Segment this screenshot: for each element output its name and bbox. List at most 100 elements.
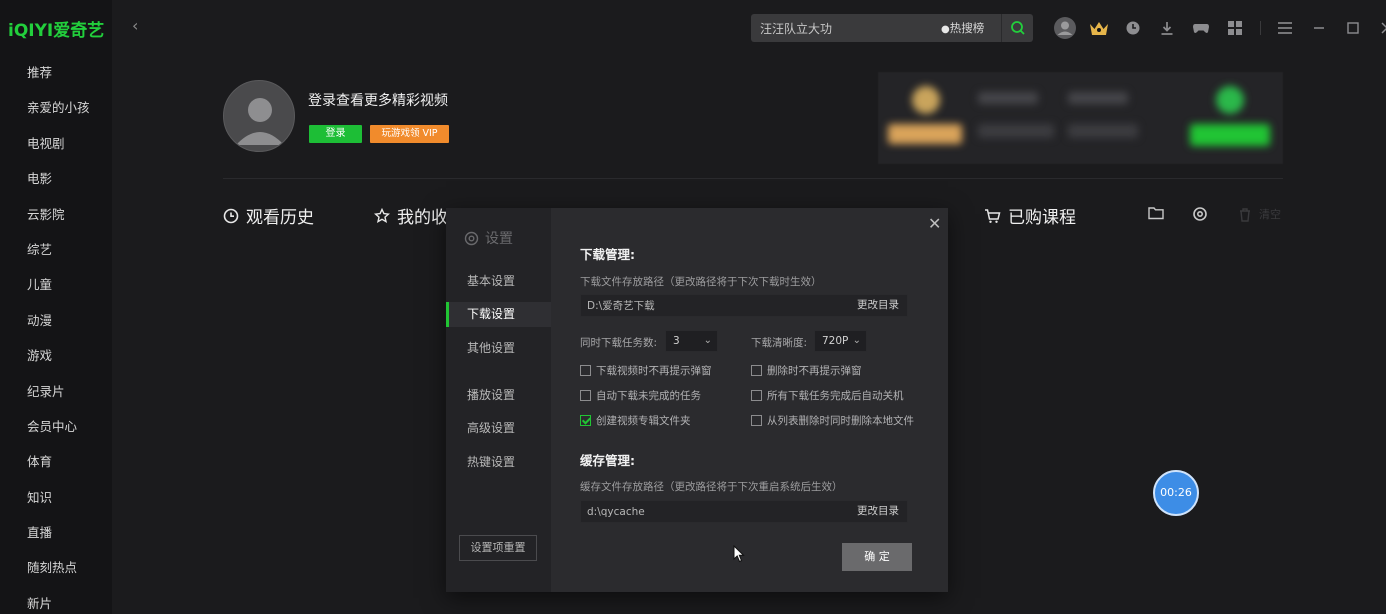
- settings-dialog: 设置 基本设置 下载设置 其他设置 播放设置 高级设置 热键设置 设置项重置 ✕…: [446, 208, 948, 592]
- confirm-button[interactable]: 确 定: [842, 543, 912, 571]
- option-label: 从列表删除时同时删除本地文件: [767, 415, 914, 427]
- purchased-courses-label: 已购课程: [1008, 208, 1076, 228]
- cache-management-heading: 缓存管理:: [580, 453, 635, 468]
- my-favorites-heading[interactable]: 我的收: [374, 203, 448, 228]
- sidebar-item-recommend[interactable]: 推荐: [0, 55, 112, 90]
- sidebar-item-anime[interactable]: 动漫: [0, 303, 112, 338]
- checkbox[interactable]: [751, 415, 762, 426]
- settings-nav-basic[interactable]: 基本设置: [446, 269, 551, 294]
- sidebar-item-new-releases[interactable]: 新片: [0, 586, 112, 614]
- trash-icon: [1240, 207, 1250, 222]
- checkbox[interactable]: [751, 390, 762, 401]
- search-input[interactable]: [751, 14, 931, 42]
- maximize-icon[interactable]: [1340, 15, 1366, 41]
- menu-icon[interactable]: [1272, 15, 1298, 41]
- concurrent-downloads-value: 3: [673, 335, 680, 347]
- option-delete-local-file[interactable]: 从列表删除时同时删除本地文件: [751, 413, 914, 428]
- settings-sidebar: 设置 基本设置 下载设置 其他设置 播放设置 高级设置 热键设置 设置项重置: [446, 208, 551, 592]
- sidebar-item-variety[interactable]: 综艺: [0, 232, 112, 267]
- top-toolbar: [1052, 12, 1386, 44]
- sidebar-nav: 推荐 亲爱的小孩 电视剧 电影 云影院 综艺 儿童 动漫 游戏 纪录片 会员中心…: [0, 55, 112, 614]
- floating-timer[interactable]: 00:26: [1153, 470, 1199, 516]
- download-icon[interactable]: [1154, 15, 1180, 41]
- gamepad-icon[interactable]: [1188, 15, 1214, 41]
- sidebar-item-games[interactable]: 游戏: [0, 338, 112, 373]
- sidebar-item-documentary[interactable]: 纪录片: [0, 374, 112, 409]
- sidebar-item-member-center[interactable]: 会员中心: [0, 409, 112, 444]
- option-label: 创建视频专辑文件夹: [596, 415, 691, 427]
- settings-nav-download[interactable]: 下载设置: [446, 302, 551, 327]
- sidebar-item-tv-series[interactable]: 电视剧: [0, 126, 112, 161]
- minimize-icon[interactable]: [1306, 15, 1332, 41]
- cache-path-field: 更改目录: [580, 500, 908, 523]
- settings-title-label: 设置: [485, 231, 513, 247]
- download-path-field: 更改目录: [580, 294, 908, 317]
- close-window-icon[interactable]: [1374, 15, 1386, 41]
- download-path-input[interactable]: [581, 295, 831, 316]
- checkbox[interactable]: [751, 365, 762, 376]
- history-clock-icon[interactable]: [1120, 15, 1146, 41]
- purchased-courses-heading[interactable]: 已购课程: [984, 203, 1076, 228]
- cache-path-input[interactable]: [581, 501, 831, 522]
- mouse-cursor-icon: [733, 545, 745, 563]
- avatar[interactable]: [223, 80, 295, 152]
- login-prompt: 登录查看更多精彩视频: [308, 93, 448, 109]
- search-button[interactable]: [1001, 14, 1033, 42]
- clear-button[interactable]: 清空: [1238, 206, 1281, 222]
- option-shutdown-after-downloads[interactable]: 所有下载任务完成后自动关机: [751, 388, 904, 403]
- option-no-popup-on-download[interactable]: 下载视频时不再提示弹窗: [580, 363, 712, 378]
- apps-grid-icon[interactable]: [1222, 15, 1248, 41]
- concurrent-downloads-label: 同时下载任务数:: [580, 337, 658, 349]
- option-create-album-folder[interactable]: 创建视频专辑文件夹: [580, 413, 691, 428]
- sidebar-item-live[interactable]: 直播: [0, 515, 112, 550]
- hot-search-link[interactable]: ●热搜榜: [941, 14, 984, 42]
- sidebar-item-trending[interactable]: 随刻热点: [0, 550, 112, 585]
- collapse-sidebar-icon[interactable]: ‹: [132, 16, 138, 35]
- promo-banner[interactable]: [878, 72, 1283, 164]
- watch-history-heading[interactable]: 观看历史: [223, 203, 314, 228]
- sidebar-item-movies[interactable]: 电影: [0, 161, 112, 196]
- chevron-down-icon: ⌄: [852, 335, 861, 346]
- reset-settings-button[interactable]: 设置项重置: [459, 535, 537, 561]
- settings-nav-hotkeys[interactable]: 热键设置: [446, 450, 551, 475]
- download-change-dir-button[interactable]: 更改目录: [857, 295, 899, 316]
- sidebar-item-knowledge[interactable]: 知识: [0, 480, 112, 515]
- download-quality-select[interactable]: 720P ⌄: [814, 330, 867, 352]
- login-button[interactable]: 登录: [309, 125, 362, 143]
- option-label: 下载视频时不再提示弹窗: [596, 365, 712, 377]
- star-icon: [374, 207, 390, 223]
- watch-history-label: 观看历史: [246, 208, 314, 228]
- settings-nav-other[interactable]: 其他设置: [446, 336, 551, 361]
- play-games-vip-button[interactable]: 玩游戏领 VIP: [370, 125, 449, 143]
- search-icon: [1010, 21, 1025, 35]
- flame-icon: ●: [941, 24, 950, 35]
- user-avatar-icon[interactable]: [1052, 15, 1078, 41]
- option-label: 自动下载未完成的任务: [596, 390, 701, 402]
- option-no-popup-on-delete[interactable]: 删除时不再提示弹窗: [751, 363, 862, 378]
- my-favorites-label: 我的收: [397, 208, 448, 228]
- option-label: 所有下载任务完成后自动关机: [767, 390, 904, 402]
- download-quality-label: 下载清晰度:: [751, 337, 808, 349]
- folder-button[interactable]: [1148, 206, 1171, 220]
- checkbox[interactable]: [580, 390, 591, 401]
- hot-search-label: 热搜榜: [949, 21, 985, 35]
- sidebar-item-featured-show[interactable]: 亲爱的小孩: [0, 90, 112, 125]
- sidebar-item-kids[interactable]: 儿童: [0, 267, 112, 302]
- vip-crown-icon[interactable]: [1086, 15, 1112, 41]
- settings-nav-advanced[interactable]: 高级设置: [446, 416, 551, 441]
- app-logo[interactable]: iQIYI爱奇艺: [8, 16, 104, 41]
- concurrent-downloads-select[interactable]: 3 ⌄: [665, 330, 718, 352]
- cart-icon: [985, 208, 1001, 223]
- cache-path-description: 缓存文件存放路径（更改路径将于下次重启系统后生效）: [580, 481, 843, 493]
- sidebar-item-cloud-cinema[interactable]: 云影院: [0, 197, 112, 232]
- search-bar: ●热搜榜: [751, 14, 1033, 42]
- checkbox[interactable]: [580, 365, 591, 376]
- settings-nav-playback[interactable]: 播放设置: [446, 383, 551, 408]
- clear-label: 清空: [1259, 208, 1281, 221]
- option-auto-resume-downloads[interactable]: 自动下载未完成的任务: [580, 388, 701, 403]
- checkbox-checked[interactable]: [580, 415, 591, 426]
- settings-gear-icon: [464, 231, 479, 245]
- cache-change-dir-button[interactable]: 更改目录: [857, 501, 899, 522]
- sidebar-item-sports[interactable]: 体育: [0, 444, 112, 479]
- settings-button[interactable]: [1192, 206, 1215, 222]
